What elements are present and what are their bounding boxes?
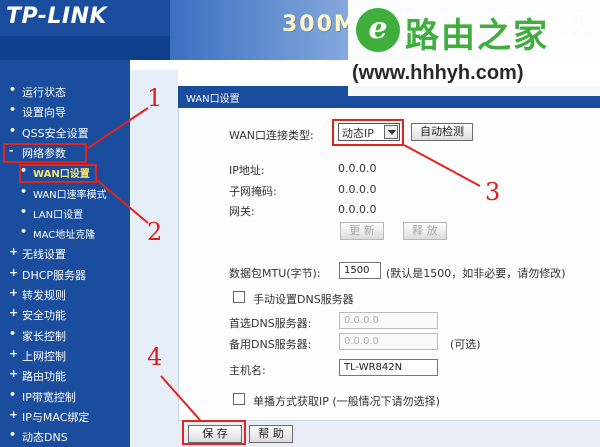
annotation-number-4: 4	[147, 343, 163, 371]
arrow-2	[96, 179, 149, 224]
annotation-number-2: 2	[147, 218, 163, 246]
arrow-1	[87, 107, 149, 149]
arrow-3	[403, 144, 481, 187]
annotation-number-3: 3	[485, 178, 501, 206]
arrow-4	[160, 375, 201, 421]
annotation-number-1: 1	[147, 84, 163, 112]
annotation-arrows	[87, 107, 481, 421]
